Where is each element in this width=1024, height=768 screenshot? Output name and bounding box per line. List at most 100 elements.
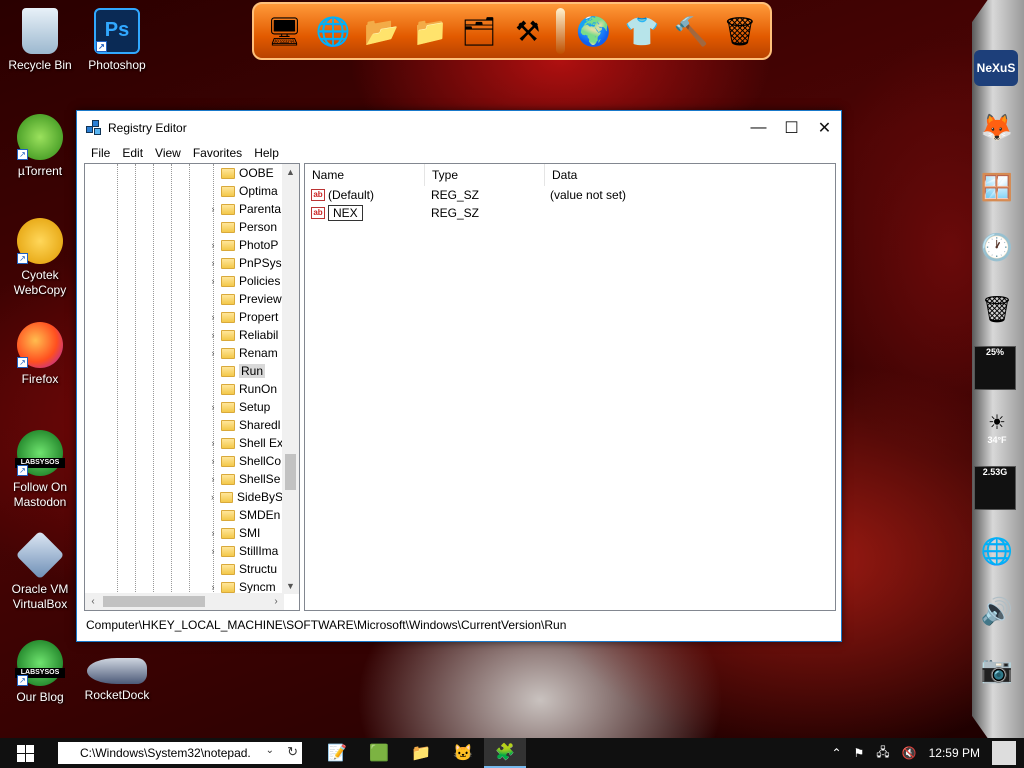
- tray-chevron-icon[interactable]: ⌃: [831, 746, 841, 760]
- tree-item[interactable]: › Policies: [207, 272, 283, 290]
- expand-chevron-icon[interactable]: ›: [207, 528, 219, 538]
- column-data[interactable]: Data: [545, 164, 745, 186]
- tree-item[interactable]: Preview: [207, 290, 283, 308]
- title-bar[interactable]: Registry Editor — ☐ ✕: [77, 111, 841, 145]
- tree-item[interactable]: › Reliabil: [207, 326, 283, 344]
- tree-item[interactable]: › SideByS: [207, 488, 283, 506]
- desktop-icon-photoshop[interactable]: Ps ↗ Photoshop: [77, 8, 157, 73]
- tree-item[interactable]: › PhotoP: [207, 236, 283, 254]
- menu-edit[interactable]: Edit: [116, 145, 149, 163]
- clock[interactable]: 12:59 PM: [929, 746, 980, 760]
- expand-chevron-icon[interactable]: ›: [207, 402, 219, 412]
- dock-recycle-icon[interactable]: 🗑: [719, 9, 760, 53]
- tree-item[interactable]: Optima: [207, 182, 283, 200]
- expand-chevron-icon[interactable]: ›: [207, 348, 219, 358]
- scroll-up-icon[interactable]: ▲: [282, 164, 299, 180]
- tree-item[interactable]: Structu: [207, 560, 283, 578]
- expand-chevron-icon[interactable]: ›: [207, 546, 219, 556]
- desktop-icon-mastodon[interactable]: LABSYSOS ↗ Follow On Mastodon: [0, 430, 80, 510]
- taskbar-explorer-icon[interactable]: 📁: [400, 738, 442, 768]
- taskbar-notepad-icon[interactable]: 📝: [316, 738, 358, 768]
- tree-item[interactable]: Run: [207, 362, 283, 380]
- tree-item[interactable]: › Propert: [207, 308, 283, 326]
- expand-chevron-icon[interactable]: ›: [207, 258, 219, 268]
- sidebar-network-icon[interactable]: 🌐: [976, 530, 1018, 572]
- tray-volume-muted-icon[interactable]: 🔇: [902, 746, 917, 760]
- expand-chevron-icon[interactable]: ›: [207, 204, 219, 214]
- sidebar-windows-icon[interactable]: 🪟: [976, 166, 1018, 208]
- tray-network-icon[interactable]: 🖧: [876, 743, 889, 764]
- dock-folder-icon[interactable]: 🗂: [459, 9, 500, 53]
- scroll-right-icon[interactable]: ›: [268, 593, 284, 610]
- menu-help[interactable]: Help: [248, 145, 285, 163]
- expand-chevron-icon[interactable]: ›: [207, 456, 219, 466]
- dock-hammer-icon[interactable]: 🔨: [671, 9, 712, 53]
- minimize-button[interactable]: —: [742, 111, 775, 145]
- desktop-icon-rocketdock[interactable]: RocketDock: [77, 640, 157, 703]
- menu-view[interactable]: View: [149, 145, 187, 163]
- expand-chevron-icon[interactable]: ›: [207, 438, 219, 448]
- expand-chevron-icon[interactable]: ›: [207, 330, 219, 340]
- dropdown-icon[interactable]: ⌄: [266, 745, 274, 756]
- user-avatar-icon[interactable]: [992, 741, 1016, 765]
- taskbar-regedit-icon[interactable]: 🧩: [484, 738, 526, 768]
- menu-file[interactable]: File: [85, 145, 116, 163]
- close-button[interactable]: ✕: [808, 111, 841, 145]
- dock-documents-icon[interactable]: 📂: [361, 9, 402, 53]
- start-button[interactable]: [0, 738, 50, 768]
- tree-item[interactable]: RunOn: [207, 380, 283, 398]
- tray-flag-icon[interactable]: ⚑: [854, 746, 865, 760]
- expand-chevron-icon[interactable]: ›: [207, 276, 219, 286]
- column-name[interactable]: Name: [305, 164, 425, 186]
- address-run-box[interactable]: C:\Windows\System32\notepad. ⌄ ↻: [58, 742, 302, 764]
- values-list[interactable]: Name Type Data ab (Default) REG_SZ (value…: [304, 163, 836, 611]
- dock-tools-icon[interactable]: ⚒: [507, 9, 548, 53]
- refresh-icon[interactable]: ↻: [287, 744, 298, 760]
- tree-item[interactable]: › ShellSe: [207, 470, 283, 488]
- taskbar-app-icon[interactable]: 🟩: [358, 738, 400, 768]
- desktop-icon-virtualbox[interactable]: Oracle VM VirtualBox: [0, 530, 80, 612]
- tree-item[interactable]: SMDEn: [207, 506, 283, 524]
- desktop-icon-webcopy[interactable]: ↗ Cyotek WebCopy: [0, 218, 80, 298]
- desktop-icon-blog[interactable]: LABSYSOS ↗ Our Blog: [0, 640, 80, 705]
- menu-favorites[interactable]: Favorites: [187, 145, 248, 163]
- tree-vertical-scrollbar[interactable]: ▲ ▼: [282, 164, 299, 594]
- scroll-left-icon[interactable]: ‹: [85, 593, 101, 610]
- tree-item[interactable]: Sharedl: [207, 416, 283, 434]
- column-type[interactable]: Type: [425, 164, 545, 186]
- sidebar-camera-icon[interactable]: 📷: [976, 648, 1018, 690]
- expand-chevron-icon[interactable]: ›: [207, 582, 219, 592]
- tree-item[interactable]: › ShellCo: [207, 452, 283, 470]
- scroll-thumb[interactable]: [103, 596, 205, 607]
- scroll-down-icon[interactable]: ▼: [282, 578, 299, 594]
- dock-globe-icon[interactable]: 🌍: [573, 9, 614, 53]
- desktop-icon-recycle-bin[interactable]: Recycle Bin: [0, 8, 80, 73]
- tree-item[interactable]: › Setup: [207, 398, 283, 416]
- dock-monitor-icon[interactable]: 🖥: [264, 9, 305, 53]
- tree-item[interactable]: › SMI: [207, 524, 283, 542]
- sidebar-trash-icon[interactable]: 🗑: [976, 288, 1018, 330]
- tree-item[interactable]: › StillIma: [207, 542, 283, 560]
- desktop-icon-utorrent[interactable]: ↗ µTorrent: [0, 114, 80, 179]
- scroll-thumb[interactable]: [285, 454, 296, 490]
- taskbar-cat-icon[interactable]: 🐱: [442, 738, 484, 768]
- desktop-icon-firefox[interactable]: ↗ Firefox: [0, 322, 80, 387]
- expand-chevron-icon[interactable]: ›: [207, 492, 218, 502]
- dock-pictures-icon[interactable]: 📁: [410, 9, 451, 53]
- tree-item[interactable]: › PnPSys: [207, 254, 283, 272]
- tree-item[interactable]: › Shell Ex: [207, 434, 283, 452]
- dock-internet-icon[interactable]: 🌐: [313, 9, 354, 53]
- rename-input[interactable]: NEX: [328, 205, 363, 221]
- tree-item[interactable]: OOBE: [207, 164, 283, 182]
- sidebar-clock-icon[interactable]: 🕐: [976, 226, 1018, 268]
- expand-chevron-icon[interactable]: ›: [207, 240, 219, 250]
- value-row[interactable]: ab NEX REG_SZ: [305, 204, 835, 222]
- expand-chevron-icon[interactable]: ›: [207, 312, 219, 322]
- sidebar-weather-icon[interactable]: ☀ 34°F: [976, 406, 1018, 448]
- maximize-button[interactable]: ☐: [775, 111, 808, 145]
- tree-item[interactable]: › Renam: [207, 344, 283, 362]
- expand-chevron-icon[interactable]: ›: [207, 474, 219, 484]
- tree-horizontal-scrollbar[interactable]: ‹ ›: [85, 593, 284, 610]
- tree-item[interactable]: Person: [207, 218, 283, 236]
- tree-item[interactable]: › Parenta: [207, 200, 283, 218]
